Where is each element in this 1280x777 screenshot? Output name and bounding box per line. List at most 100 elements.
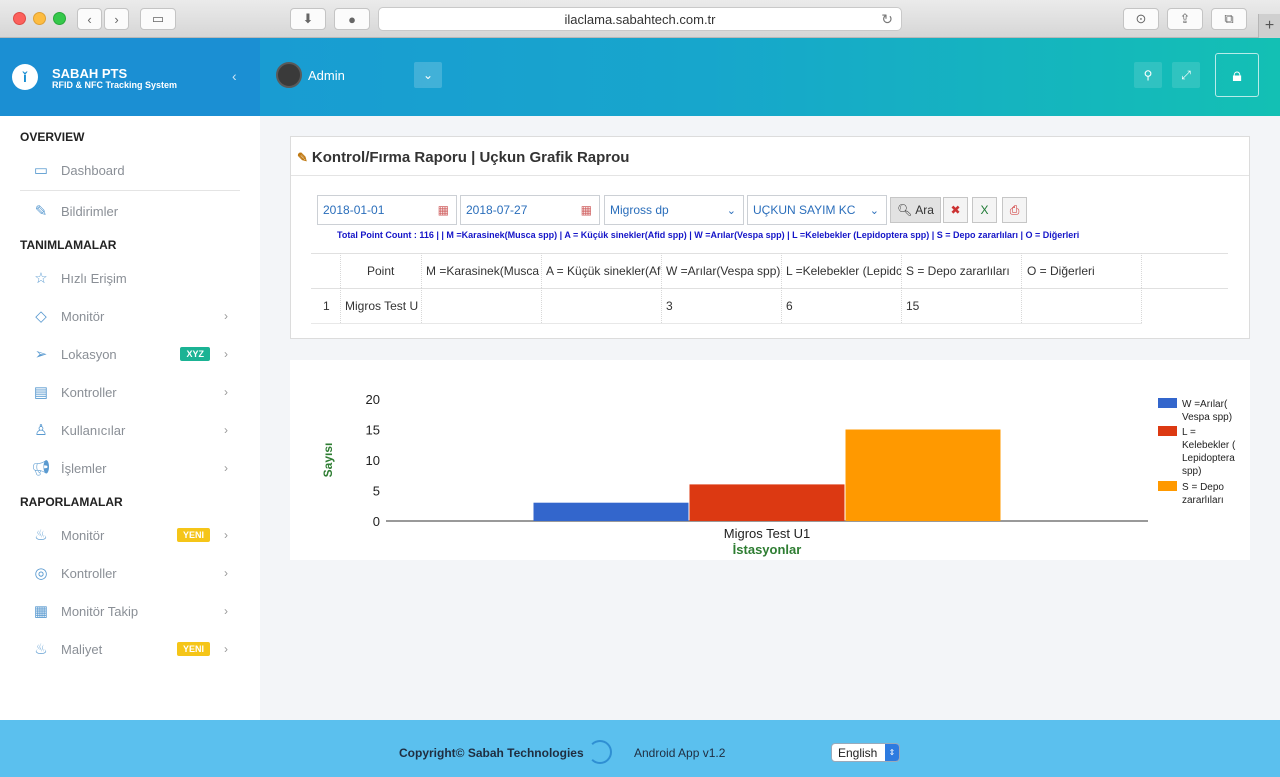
sidebar-item-label: Monitör [61, 308, 105, 324]
excel-icon: X [980, 203, 989, 217]
export-excel-button[interactable]: X [972, 197, 997, 223]
megaphone-icon: 📢︎ [31, 460, 51, 477]
browser-toolbar: ‹ › ▭ ⬇ ● ilaclama.sabahtech.com.tr ↻ ⊙ … [0, 0, 1280, 38]
sidebar-icon: ▭ [151, 11, 165, 26]
sidebar-item-label: Maliyet [61, 641, 103, 657]
footer: Copyright© Sabah Technologies Android Ap… [0, 720, 1280, 777]
reload-icon[interactable]: ↻ [881, 11, 893, 28]
export-pdf-button[interactable]: ⎙ [1002, 197, 1027, 223]
tabs-button[interactable]: ⧉ [1211, 8, 1247, 30]
legend-swatch [1158, 426, 1177, 436]
zoom-window-button[interactable] [53, 12, 66, 25]
avatar[interactable] [276, 62, 302, 88]
chevron-down-icon: ⌄ [422, 68, 434, 82]
user-name[interactable]: Admin [308, 68, 345, 83]
language-select[interactable]: English ⇕ [831, 743, 900, 762]
report-type-select[interactable]: UÇKUN SAYIM KC ⌄ [747, 195, 887, 225]
y-tick-label: 20 [366, 392, 380, 407]
fullscreen-button[interactable]: ⤢ [1172, 62, 1200, 88]
chart-bar [533, 502, 689, 521]
edit-icon: ✎ [297, 149, 308, 165]
user-menu-button[interactable]: ⌄ [414, 62, 442, 88]
legend-label: Vespa spp) [1182, 412, 1232, 423]
downloads-button[interactable]: ⊙ [1123, 8, 1159, 30]
calendar-icon[interactable]: ▦ [438, 203, 449, 217]
sidebar-item-label: İşlemler [61, 460, 107, 476]
chevron-right-icon: › [224, 604, 228, 618]
sidebar-item-dashboard[interactable]: ▭ Dashboard [20, 156, 240, 184]
clear-filter-button[interactable]: ✖ [943, 197, 968, 223]
sidebar-item-kullanicilar[interactable]: ♙ Kullanıcılar › [20, 416, 240, 444]
flame-icon: ♨ [34, 641, 48, 658]
close-window-button[interactable] [13, 12, 26, 25]
search-button-label: Ara [915, 203, 934, 217]
search-icon: ⚲ [1143, 68, 1153, 82]
calendar-icon[interactable]: ▦ [581, 203, 592, 217]
report-type-value: UÇKUN SAYIM KC [753, 203, 856, 217]
pdf-icon: ⎙ [1009, 202, 1020, 217]
sidebar-item-label: Kontroller [61, 565, 117, 581]
disc-icon: ◎ [34, 565, 48, 582]
sidebar-item-rapor-monitor[interactable]: ♨ Monitör YENI › [20, 521, 240, 549]
company-value: Migross dp [610, 203, 669, 217]
sidebar-item-islemler[interactable]: 📢︎ İşlemler › [20, 454, 240, 482]
sidebar-toggle-button[interactable]: ▭ [140, 8, 176, 30]
chevron-left-icon: ‹ [87, 11, 92, 27]
sidebar-item-monitor[interactable]: ◇ Monitör › [20, 302, 240, 330]
sidebar-item-hizli-erisim[interactable]: ☆ Hızlı Erişim [20, 264, 240, 292]
y-tick-label: 15 [366, 423, 380, 438]
sidebar-item-label: Bildirimler [61, 203, 119, 219]
chevron-right-icon: › [224, 423, 228, 437]
sidebar-item-maliyet[interactable]: ♨ Maliyet YENI › [20, 635, 240, 663]
table-cell: 1 [311, 288, 341, 323]
search-button[interactable]: 🔍︎ Ara [890, 197, 941, 223]
chevron-right-icon: › [224, 385, 228, 399]
lock-button[interactable]: 🔒︎ [1215, 53, 1259, 97]
panel-divider [291, 175, 1249, 176]
paper-plane-icon: ➢ [34, 346, 48, 363]
end-date-value: 2018-07-27 [466, 203, 528, 217]
share-button[interactable]: ⇪ [1167, 8, 1203, 30]
brand: ǐ SABAH PTS RFID & NFC Tracking System ‹ [0, 38, 260, 116]
page-title: ✎ Kontrol/Fırma Raporu | Uçkun Grafik Ra… [297, 149, 629, 166]
new-tab-button[interactable]: + [1258, 14, 1280, 38]
y-tick-label: 10 [366, 453, 380, 468]
back-button[interactable]: ‹ [77, 8, 102, 30]
table-header-cell: A = Küçük sinekler(Af [542, 253, 662, 288]
sidebar-item-kontroller[interactable]: ▤ Kontroller › [20, 378, 240, 406]
sidebar-item-lokasyon[interactable]: ➢ Lokasyon XYZ › [20, 340, 240, 368]
legend-swatch [1158, 398, 1177, 408]
table-header-cell: Point [341, 253, 422, 288]
footer-app-version[interactable]: Android App v1.2 [634, 746, 725, 760]
start-date-field[interactable]: 2018-01-01 ▦ [317, 195, 457, 225]
minimize-window-button[interactable] [33, 12, 46, 25]
download-extension-button[interactable]: ⬇ [290, 8, 326, 30]
sidebar-collapse-icon[interactable]: ‹ [232, 68, 237, 84]
company-select[interactable]: Migross dp ⌄ [604, 195, 744, 225]
end-date-field[interactable]: 2018-07-27 ▦ [460, 195, 600, 225]
chevron-right-icon: › [224, 528, 228, 542]
sidebar-item-bildirimler[interactable]: ✎ Bildirimler [20, 197, 240, 225]
sidebar-item-label: Lokasyon [61, 346, 117, 362]
sidebar-item-rapor-kontroller[interactable]: ◎ Kontroller › [20, 559, 240, 587]
footer-copyright: Copyright© Sabah Technologies [399, 746, 584, 760]
bar-chart: 0 5 10 15 20 Migros Test U1İstasyonlar Sayısı W… [321, 392, 1236, 557]
table-header-cell: O = Diğerleri [1022, 253, 1142, 288]
lock-icon: 🔒︎ [1232, 64, 1242, 85]
table-cell[interactable]: Migros Test U [341, 288, 422, 323]
forward-button[interactable]: › [104, 8, 129, 30]
brand-title: SABAH PTS [52, 66, 128, 81]
sidebar-item-label: Kullanıcılar [61, 422, 126, 438]
brand-subtitle: RFID & NFC Tracking System [52, 80, 178, 90]
report-panel: ✎ Kontrol/Fırma Raporu | Uçkun Grafik Ra… [290, 136, 1250, 339]
sidebar-item-monitor-takip[interactable]: ▦ Monitör Takip › [20, 597, 240, 625]
ghostery-button[interactable]: ● [334, 8, 370, 30]
bell-off-icon: ✎ [34, 203, 48, 220]
chart-bar [689, 484, 845, 521]
star-icon: ☆ [34, 270, 48, 287]
url-bar[interactable]: ilaclama.sabahtech.com.tr ↻ [378, 7, 902, 31]
plus-icon: + [1264, 17, 1275, 34]
search-button[interactable]: ⚲ [1134, 62, 1162, 88]
chevron-down-icon: ⌄ [869, 204, 879, 217]
summary-text: Total Point Count : 116 | | M =Karasinek… [337, 230, 1080, 240]
